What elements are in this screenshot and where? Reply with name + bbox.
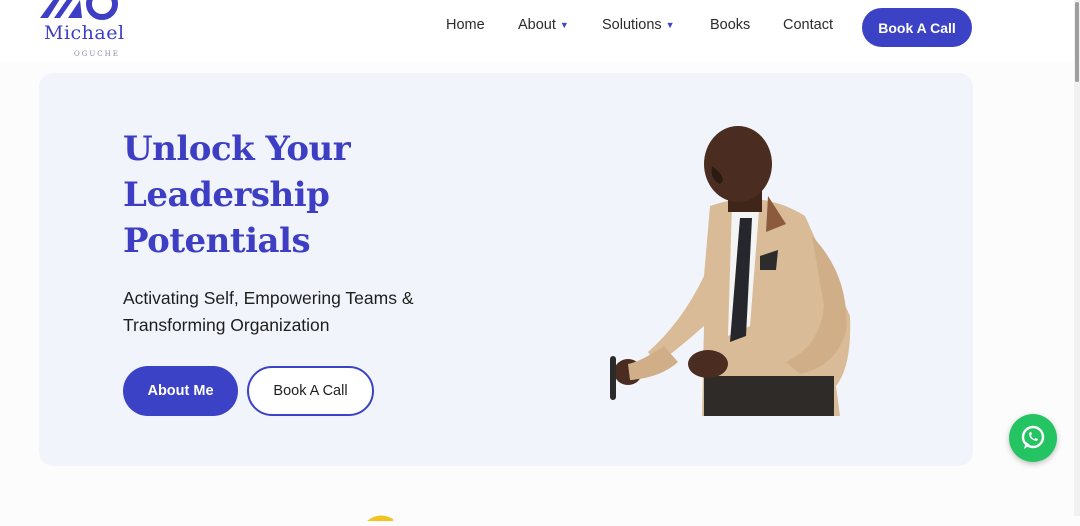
- nav-books-label: Books: [710, 17, 751, 33]
- nav-solutions-label: Solutions: [602, 17, 662, 33]
- nav-contact[interactable]: Contact: [783, 17, 833, 33]
- nav-books[interactable]: Books: [710, 17, 750, 33]
- nav-solutions[interactable]: Solutions ▼: [602, 17, 675, 33]
- site-header: Michael OGUCHE Home About ▼ Solutions ▼ Bo…: [0, 0, 1080, 62]
- nav-contact-label: Contact: [783, 17, 833, 33]
- scrollbar-thumb[interactable]: [1075, 2, 1079, 82]
- hero-subtitle: Activating Self, Empowering Teams & Tran…: [123, 288, 414, 335]
- logo-mark-icon: [40, 0, 118, 20]
- nav-home[interactable]: Home: [446, 17, 485, 33]
- hero-portrait-image: [600, 126, 860, 421]
- logo-surname: OGUCHE: [74, 50, 120, 58]
- page-scrollbar[interactable]: [1074, 0, 1080, 516]
- nav-about[interactable]: About ▼: [518, 17, 569, 33]
- hero-headline: Unlock Your Leadership Potentials: [123, 129, 351, 261]
- whatsapp-button[interactable]: [1009, 414, 1057, 462]
- chevron-down-icon: ▼: [665, 20, 675, 30]
- site-logo[interactable]: Michael OGUCHE: [38, 0, 148, 64]
- book-call-nav-button[interactable]: Book A Call: [862, 8, 972, 47]
- decorative-shape: [365, 508, 395, 526]
- whatsapp-icon: [1021, 425, 1045, 449]
- about-me-button[interactable]: About Me: [123, 366, 238, 416]
- book-call-button[interactable]: Book A Call: [247, 366, 374, 416]
- nav-home-label: Home: [446, 17, 485, 33]
- logo-name: Michael: [44, 22, 125, 44]
- chevron-down-icon: ▼: [559, 20, 569, 30]
- nav-about-label: About: [518, 17, 556, 33]
